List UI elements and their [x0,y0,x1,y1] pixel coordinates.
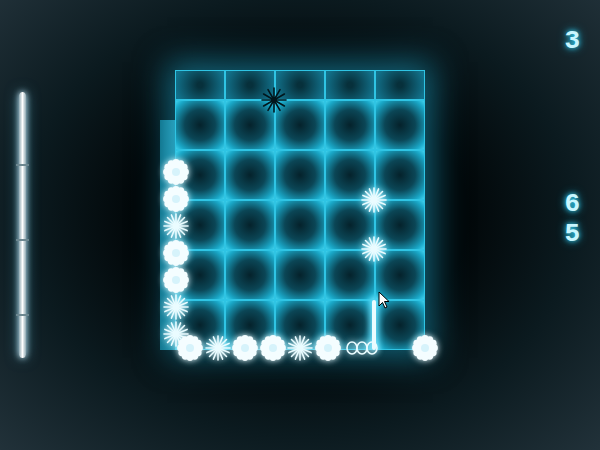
spark-icon[interactable] [360,186,388,214]
power-meter [19,92,26,358]
flower-icon[interactable] [231,334,259,362]
flower-icon[interactable] [162,266,190,294]
flower-icon[interactable] [259,334,287,362]
board-cell[interactable] [275,100,325,150]
board-cell[interactable] [175,100,225,150]
board-area [155,0,445,450]
board-cell[interactable] [325,250,375,300]
board-cell[interactable] [225,200,275,250]
flower-icon[interactable] [314,334,342,362]
board-cell[interactable] [175,70,225,100]
board-cell[interactable] [375,70,425,100]
counter-digit: 6 [564,189,580,219]
board-cell[interactable] [275,200,325,250]
marker-icon[interactable] [260,86,288,114]
board-cell[interactable] [275,250,325,300]
flower-icon[interactable] [162,239,190,267]
board-cell[interactable] [325,100,375,150]
spark-icon[interactable] [360,235,388,263]
spark-icon[interactable] [204,334,232,362]
flower-icon[interactable] [176,334,204,362]
score: 3 [564,26,580,56]
game-board[interactable] [155,60,445,360]
board-cell[interactable] [275,150,325,200]
board-grid [175,70,425,350]
power-panel [0,0,155,450]
game-screen: 3 65 [0,0,600,450]
spark-icon[interactable] [162,293,190,321]
board-cell[interactable] [225,100,275,150]
spark-icon[interactable] [286,334,314,362]
board-cell[interactable] [325,70,375,100]
counter-digit: 5 [564,219,580,249]
board-cell[interactable] [225,150,275,200]
cursor-icon [378,291,390,309]
hud-panel: 3 65 [445,0,600,450]
flower-icon[interactable] [411,334,439,362]
chain-icon[interactable] [346,340,378,356]
board-cell[interactable] [225,250,275,300]
counter: 65 [564,189,580,249]
flower-icon[interactable] [162,185,190,213]
board-cell[interactable] [375,100,425,150]
spark-icon[interactable] [162,212,190,240]
flower-icon[interactable] [162,158,190,186]
